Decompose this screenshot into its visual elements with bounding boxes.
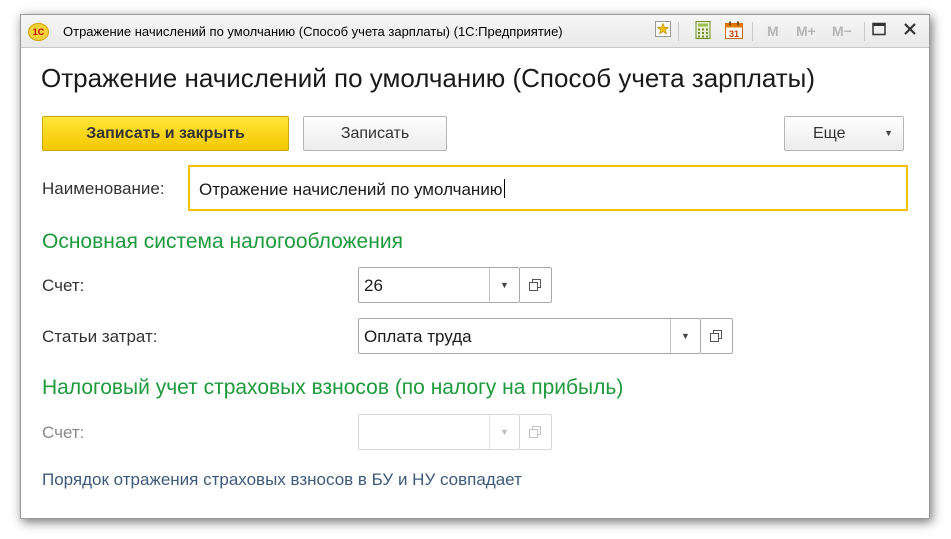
account-label: Счет: [42,276,85,295]
calendar-day: 31 [729,29,739,39]
open-tax-account-button [520,414,552,450]
toolbar-separator [678,22,679,41]
favorites-icon[interactable] [653,21,673,41]
calendar-icon[interactable]: 31 [724,21,744,41]
cost-items-label: Статьи затрат: [42,327,158,346]
info-text: Порядок отражения страховых взносов в БУ… [42,470,522,489]
more-actions-button[interactable]: Еще ▼ [784,116,904,151]
more-actions-label: Еще [813,125,846,142]
title-bar: 1С Отражение начислений по умолчанию (Сп… [21,15,929,48]
app-logo-icon: 1С [28,23,49,41]
memory-plus-button[interactable]: M+ [796,22,816,41]
open-icon [529,279,541,291]
calculator-icon[interactable] [693,21,713,41]
maximize-icon[interactable] [869,21,889,41]
toolbar-separator [752,22,753,41]
memory-minus-button[interactable]: M− [832,22,852,41]
memory-button[interactable]: M [767,22,779,41]
account-field-value: 26 [364,276,383,295]
dropdown-icon[interactable]: ▼ [489,268,519,302]
name-input[interactable]: Отражение начислений по умолчанию [188,165,908,211]
name-input-value: Отражение начислений по умолчанию [199,180,503,199]
tax-account-label: Счет: [42,423,85,442]
open-account-button[interactable] [520,267,552,303]
account-field[interactable]: 26 ▼ [358,267,520,303]
cost-items-field-value: Оплата труда [364,327,472,346]
open-cost-items-button[interactable] [701,318,733,354]
cost-items-field[interactable]: Оплата труда ▼ [358,318,701,354]
open-icon [710,330,722,342]
close-icon[interactable] [900,21,920,41]
form-title: Отражение начислений по умолчанию (Спосо… [41,63,816,93]
section-title-tax-accounting: Налоговый учет страховых взносов (по нал… [42,376,624,399]
tax-account-field: ▼ [358,414,520,450]
save-button[interactable]: Записать [303,116,447,151]
section-title-main-tax: Основная система налогообложения [42,230,403,253]
toolbar-separator [864,22,865,41]
app-window: 1С Отражение начислений по умолчанию (Сп… [20,14,930,519]
save-and-close-button[interactable]: Записать и закрыть [42,116,289,151]
open-icon [529,426,541,438]
text-cursor [503,179,505,198]
window-title: Отражение начислений по умолчанию (Спосо… [63,24,563,39]
chevron-down-icon: ▼ [884,128,893,138]
dropdown-icon[interactable]: ▼ [670,319,700,353]
dropdown-icon: ▼ [489,415,519,449]
name-label: Наименование: [42,179,165,198]
